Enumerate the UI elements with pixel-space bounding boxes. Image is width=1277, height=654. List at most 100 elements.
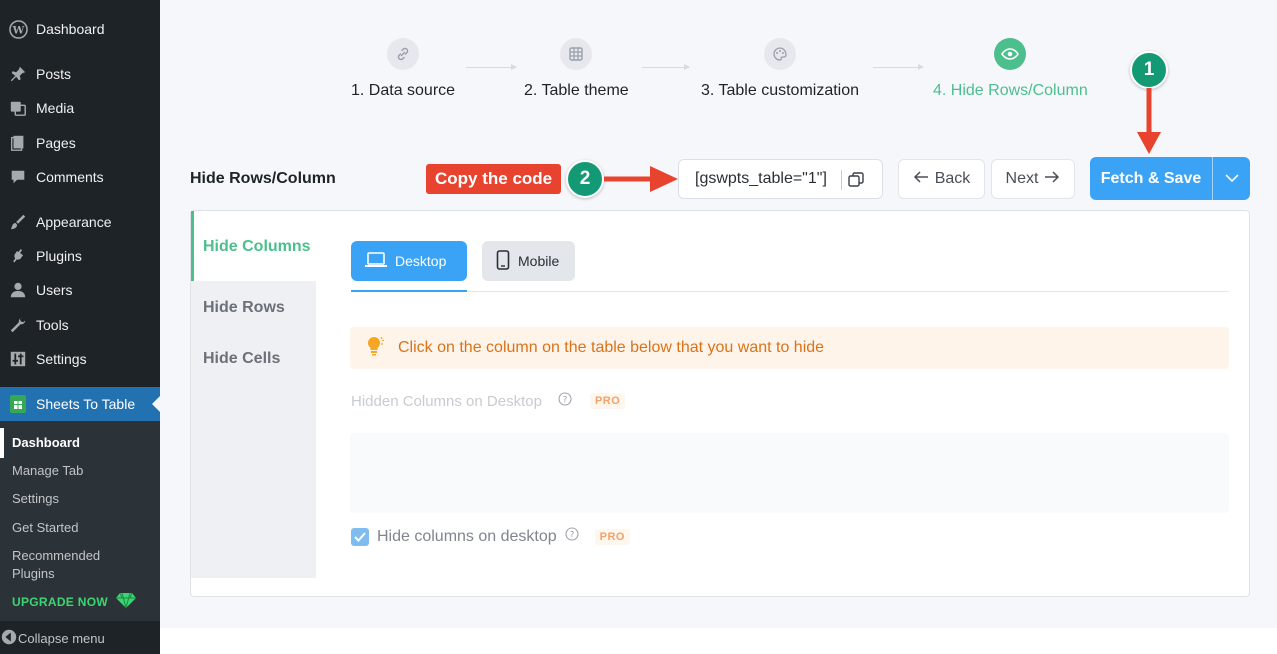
annotation-badge-1: 1 — [1130, 51, 1168, 89]
shortcode-text: [gswpts_table="1"] — [695, 170, 827, 187]
checkbox-checked-icon[interactable] — [351, 527, 369, 546]
plug-icon — [8, 246, 28, 266]
upgrade-now-link[interactable]: UPGRADE NOW — [12, 592, 136, 611]
pro-badge: PRO — [589, 393, 626, 409]
shortcode-divider — [841, 170, 842, 190]
tab-hide-cells[interactable]: Hide Cells — [191, 348, 316, 369]
diamond-icon — [115, 592, 136, 611]
sidebar-item-users[interactable]: Users — [0, 273, 160, 307]
step-table-customization[interactable]: 3. Table customization — [701, 38, 859, 100]
media-icon — [8, 98, 28, 118]
step-label: 1. Data source — [351, 82, 456, 99]
tab-desktop[interactable]: Desktop — [351, 241, 467, 281]
step-table-theme[interactable]: 2. Table theme — [524, 38, 629, 100]
sidebar-item-label: Dashboard — [36, 21, 105, 37]
hidden-columns-text: Hidden Columns on Desktop — [351, 392, 542, 410]
wordpress-icon: W — [8, 19, 28, 39]
hidden-columns-box — [350, 433, 1229, 513]
lightbulb-icon — [364, 334, 388, 363]
comment-icon — [8, 167, 28, 187]
annotation-right-arrow — [604, 166, 678, 192]
step-label: 2. Table theme — [524, 82, 629, 99]
sidebar-item-label: Pages — [36, 135, 76, 151]
save-label: Fetch & Save — [1100, 169, 1202, 187]
sidebar-item-comments[interactable]: Comments — [0, 160, 160, 194]
sidebar-item-plugins[interactable]: Plugins — [0, 239, 160, 273]
link-icon — [387, 38, 420, 70]
step-hide-rows-column[interactable]: 4. Hide Rows/Column — [933, 38, 1088, 100]
sidebar-item-label: Media — [36, 100, 75, 116]
sidebar-item-dashboard[interactable]: W Dashboard — [0, 12, 160, 46]
vertical-tabs: Hide Columns Hide Rows Hide Cells — [191, 211, 316, 578]
submenu-manage-tab[interactable]: Manage Tab — [12, 462, 152, 480]
notice-text: Click on the column on the table below t… — [398, 339, 825, 356]
sidebar-item-label: Appearance — [36, 214, 112, 230]
mobile-label: Mobile — [518, 253, 560, 269]
collapse-menu-button[interactable]: Collapse menu — [0, 622, 160, 654]
sidebar-item-appearance[interactable]: Appearance — [0, 205, 160, 239]
svg-text:W: W — [11, 24, 24, 36]
submenu-settings[interactable]: Settings — [12, 490, 152, 508]
info-notice: Click on the column on the table below t… — [350, 327, 1229, 369]
annotation-badge-2: 2 — [566, 160, 604, 198]
hidden-columns-label: Hidden Columns on Desktop ? PRO — [351, 392, 626, 410]
grid-icon — [560, 38, 593, 70]
collapse-label: Collapse menu — [18, 630, 105, 646]
sidebar-item-label: Posts — [36, 66, 72, 82]
help-icon: ? — [565, 527, 579, 546]
back-label: Back — [934, 170, 971, 187]
annotation-down-arrow — [1137, 88, 1161, 154]
sidebar-item-label: Settings — [36, 351, 87, 367]
sliders-icon — [8, 349, 28, 369]
step-connector — [642, 64, 690, 70]
sidebar-item-posts[interactable]: Posts — [0, 57, 160, 91]
sidebar-submenu: Dashboard Manage Tab Settings Get Starte… — [0, 421, 160, 621]
brush-icon — [8, 212, 28, 232]
shortcode-box[interactable]: [gswpts_table="1"] — [678, 159, 883, 199]
sidebar-item-label: Tools — [36, 317, 69, 333]
sidebar-item-label: Sheets To Table — [36, 396, 136, 412]
upgrade-label: UPGRADE NOW — [12, 594, 108, 609]
step-data-source[interactable]: 1. Data source — [351, 38, 455, 100]
hide-columns-checkbox-row[interactable]: Hide columns on desktop ? PRO — [351, 527, 630, 546]
step-connector — [873, 64, 924, 70]
sidebar-item-label: Plugins — [36, 248, 82, 264]
arrow-left-icon — [913, 170, 929, 189]
step-connector — [466, 64, 517, 70]
next-button[interactable]: Next — [991, 159, 1075, 199]
eye-icon — [994, 38, 1027, 70]
sidebar-item-pages[interactable]: Pages — [0, 126, 160, 160]
admin-sidebar: W Dashboard Posts Media Pages Comments A… — [0, 0, 160, 654]
sidebar-item-settings[interactable]: Settings — [0, 342, 160, 376]
desktop-label: Desktop — [395, 253, 447, 269]
sidebar-item-tools[interactable]: Tools — [0, 308, 160, 342]
step-label: 3. Table customization — [701, 82, 860, 99]
tab-mobile[interactable]: Mobile — [482, 241, 575, 281]
sidebar-item-label: Comments — [36, 169, 104, 185]
back-button[interactable]: Back — [898, 159, 985, 199]
annotation-copy-tag: Copy the code — [426, 164, 562, 194]
sidebar-item-sheets-to-table[interactable]: Sheets To Table — [0, 387, 160, 421]
pin-icon — [8, 64, 28, 84]
step-label: 4. Hide Rows/Column — [933, 82, 1088, 99]
tab-divider — [351, 291, 1229, 292]
page-title: Hide Rows/Column — [190, 170, 336, 187]
tab-hide-rows[interactable]: Hide Rows — [191, 297, 316, 318]
active-tab-indicator — [351, 290, 467, 292]
fetch-save-button[interactable]: Fetch & Save — [1090, 157, 1250, 200]
submenu-recommended-plugins[interactable]: Recommended Plugins — [12, 547, 122, 583]
checkbox-label: Hide columns on desktop — [377, 527, 557, 545]
help-icon: ? — [558, 392, 572, 410]
laptop-icon — [365, 251, 387, 271]
tab-hide-columns[interactable]: Hide Columns — [191, 211, 316, 281]
palette-icon — [764, 38, 796, 70]
settings-panel — [190, 210, 1250, 597]
submenu-get-started[interactable]: Get Started — [12, 519, 152, 537]
chevron-down-icon[interactable] — [1213, 174, 1250, 183]
sheet-icon — [8, 394, 28, 414]
sidebar-item-media[interactable]: Media — [0, 91, 160, 125]
pro-badge: PRO — [594, 528, 630, 545]
collapse-icon — [0, 628, 18, 649]
submenu-dashboard[interactable]: Dashboard — [0, 428, 152, 458]
copy-icon[interactable] — [847, 171, 865, 194]
